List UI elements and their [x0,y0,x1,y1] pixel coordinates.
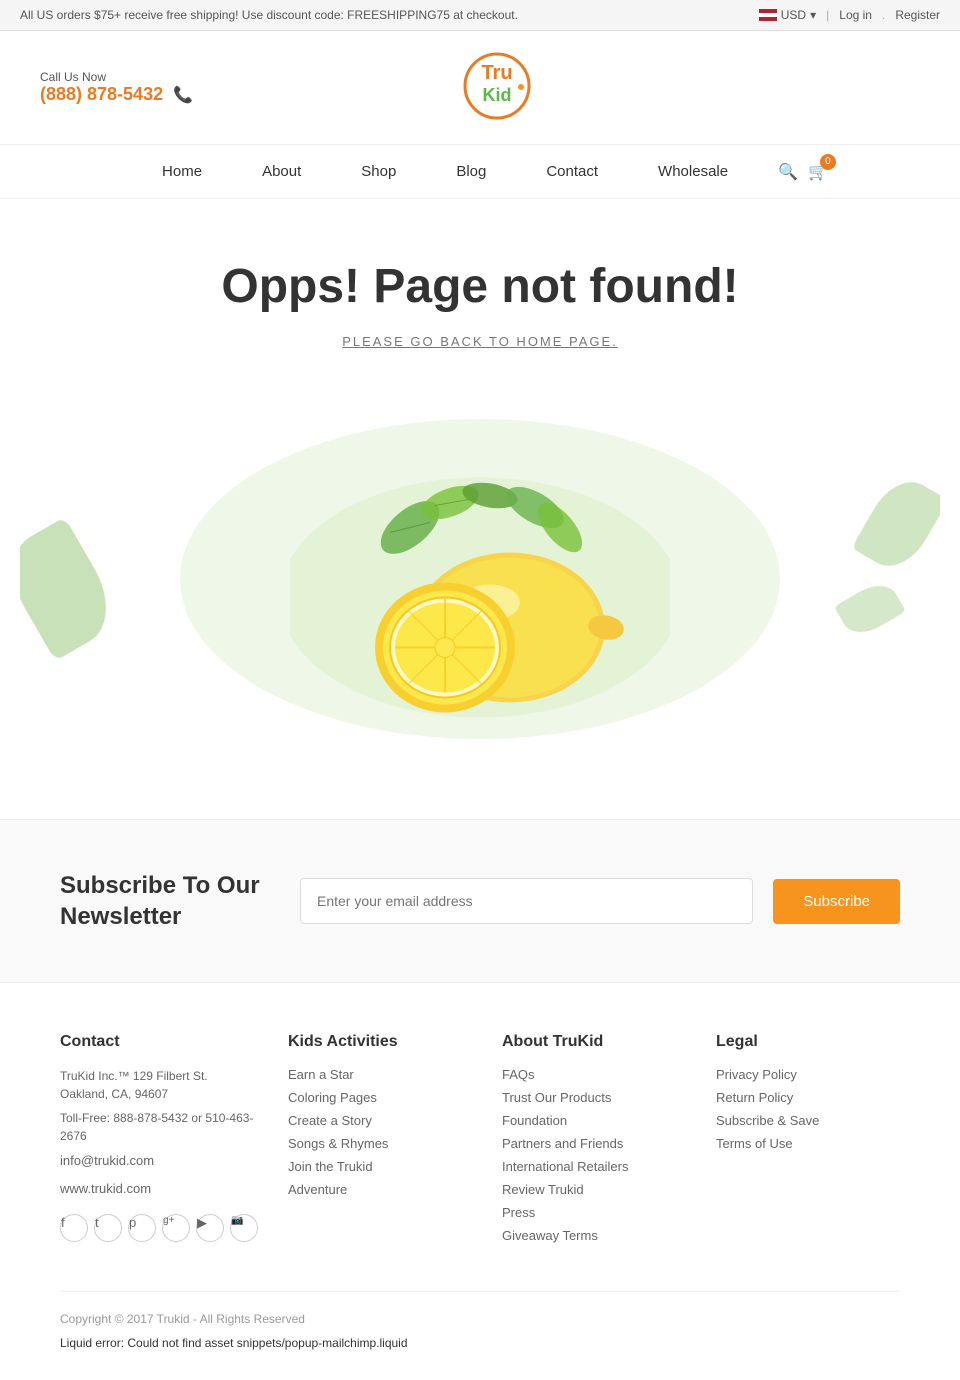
search-button[interactable]: 🔍 [778,162,798,182]
newsletter-title: Subscribe To Our Newsletter [60,870,280,932]
footer-link-faqs[interactable]: FAQs [502,1067,686,1082]
google-plus-icon[interactable]: g+ [162,1214,190,1242]
phone-section: Call Us Now (888) 878-5432 📞 [40,70,193,105]
chevron-down-icon: ▾ [810,8,816,22]
register-link[interactable]: Register [895,8,940,22]
svg-text:Kid: Kid [482,85,511,105]
lemon-svg [290,428,670,728]
phone-number[interactable]: (888) 878-5432 📞 [40,84,193,105]
pinterest-icon[interactable]: p [128,1214,156,1242]
footer-link-adventure[interactable]: Adventure [288,1182,472,1197]
nav-item-contact[interactable]: Contact [516,155,628,188]
promo-text: All US orders $75+ receive free shipping… [20,8,518,22]
leaf-right-decor [852,470,940,578]
facebook-icon[interactable]: f [60,1214,88,1242]
main-nav: Home About Shop Blog Contact Wholesale 🔍… [0,144,960,199]
footer-link-terms[interactable]: Terms of Use [716,1136,900,1151]
lemon-illustration [20,379,940,779]
lemon-svg-container [290,428,670,731]
twitter-icon[interactable]: t [94,1214,122,1242]
footer-link-review[interactable]: Review Trukid [502,1182,686,1197]
footer-link-partners[interactable]: Partners and Friends [502,1136,686,1151]
footer-link-join-trukid[interactable]: Join the Trukid [288,1159,472,1174]
footer-contact-title: Contact [60,1033,258,1051]
footer-bottom: Copyright © 2017 Trukid - All Rights Res… [60,1291,900,1350]
currency-label: USD [781,8,806,22]
footer-link-return[interactable]: Return Policy [716,1090,900,1105]
footer-link-earn-star[interactable]: Earn a Star [288,1067,472,1082]
cart-button[interactable]: 🛒 0 [808,162,828,182]
divider: | [826,8,829,22]
top-bar: All US orders $75+ receive free shipping… [0,0,960,31]
error-title: Opps! Page not found! [20,259,940,314]
top-bar-right: USD ▾ | Log in . Register [759,8,940,22]
footer-link-privacy[interactable]: Privacy Policy [716,1067,900,1082]
currency-selector[interactable]: USD ▾ [759,8,816,22]
footer-address: TruKid Inc.™ 129 Filbert St. Oakland, CA… [60,1067,258,1103]
youtube-icon[interactable]: ▶ [196,1214,224,1242]
footer-about-title: About TruKid [502,1033,686,1051]
error-subtitle: PLEASE GO BACK TO HOME PAGE. [20,334,940,349]
footer-link-foundation[interactable]: Foundation [502,1113,686,1128]
footer-grid: Contact TruKid Inc.™ 129 Filbert St. Oak… [60,1033,900,1251]
footer-tollfree: Toll-Free: 888-878-5432 or 510-463-2676 [60,1109,258,1145]
cart-badge: 0 [820,154,836,170]
nav-icons: 🔍 🛒 0 [778,162,828,182]
footer-contact-col: Contact TruKid Inc.™ 129 Filbert St. Oak… [60,1033,258,1251]
footer-legal-title: Legal [716,1033,900,1051]
nav-item-home[interactable]: Home [132,155,232,188]
liquid-error: Liquid error: Could not find asset snipp… [60,1336,900,1350]
back-home-link[interactable]: PLEASE GO BACK TO HOME PAGE. [342,334,618,349]
footer: Contact TruKid Inc.™ 129 Filbert St. Oak… [0,982,960,1380]
footer-link-subscribe-save[interactable]: Subscribe & Save [716,1113,900,1128]
login-link[interactable]: Log in [839,8,872,22]
header: Call Us Now (888) 878-5432 📞 Tru Kid [0,31,960,144]
instagram-icon[interactable]: 📷 [230,1214,258,1242]
error-section: Opps! Page not found! PLEASE GO BACK TO … [0,199,960,779]
footer-link-songs-rhymes[interactable]: Songs & Rhymes [288,1136,472,1151]
newsletter-section: Subscribe To Our Newsletter Subscribe [0,819,960,982]
leaf-right2-decor [834,577,906,642]
search-icon: 🔍 [778,164,798,181]
call-label: Call Us Now [40,70,193,84]
footer-email[interactable]: info@trukid.com [60,1151,258,1171]
phone-icon: 📞 [173,85,193,105]
newsletter-email-input[interactable] [300,878,753,924]
footer-link-coloring-pages[interactable]: Coloring Pages [288,1090,472,1105]
nav-item-about[interactable]: About [232,155,331,188]
trukid-logo: Tru Kid [417,51,577,121]
footer-legal-col: Legal Privacy Policy Return Policy Subsc… [716,1033,900,1251]
nav-item-blog[interactable]: Blog [426,155,516,188]
nav-item-shop[interactable]: Shop [331,155,426,188]
currency-flag [759,9,777,21]
nav-item-wholesale[interactable]: Wholesale [628,155,758,188]
footer-link-press[interactable]: Press [502,1205,686,1220]
footer-about-col: About TruKid FAQs Trust Our Products Fou… [502,1033,686,1251]
copyright-text: Copyright © 2017 Trukid - All Rights Res… [60,1312,305,1326]
footer-link-trust-products[interactable]: Trust Our Products [502,1090,686,1105]
logo-section[interactable]: Tru Kid [417,51,577,124]
footer-link-giveaway[interactable]: Giveaway Terms [502,1228,686,1243]
leaf-left-decor [20,517,125,661]
divider2: . [882,8,885,22]
footer-website[interactable]: www.trukid.com [60,1179,258,1199]
footer-kids-activities-col: Kids Activities Earn a Star Coloring Pag… [288,1033,472,1251]
footer-link-international[interactable]: International Retailers [502,1159,686,1174]
footer-link-create-story[interactable]: Create a Story [288,1113,472,1128]
footer-kids-activities-title: Kids Activities [288,1033,472,1051]
subscribe-button[interactable]: Subscribe [773,879,900,924]
svg-text:Tru: Tru [481,62,512,84]
social-icons: f t p g+ ▶ 📷 [60,1214,258,1250]
